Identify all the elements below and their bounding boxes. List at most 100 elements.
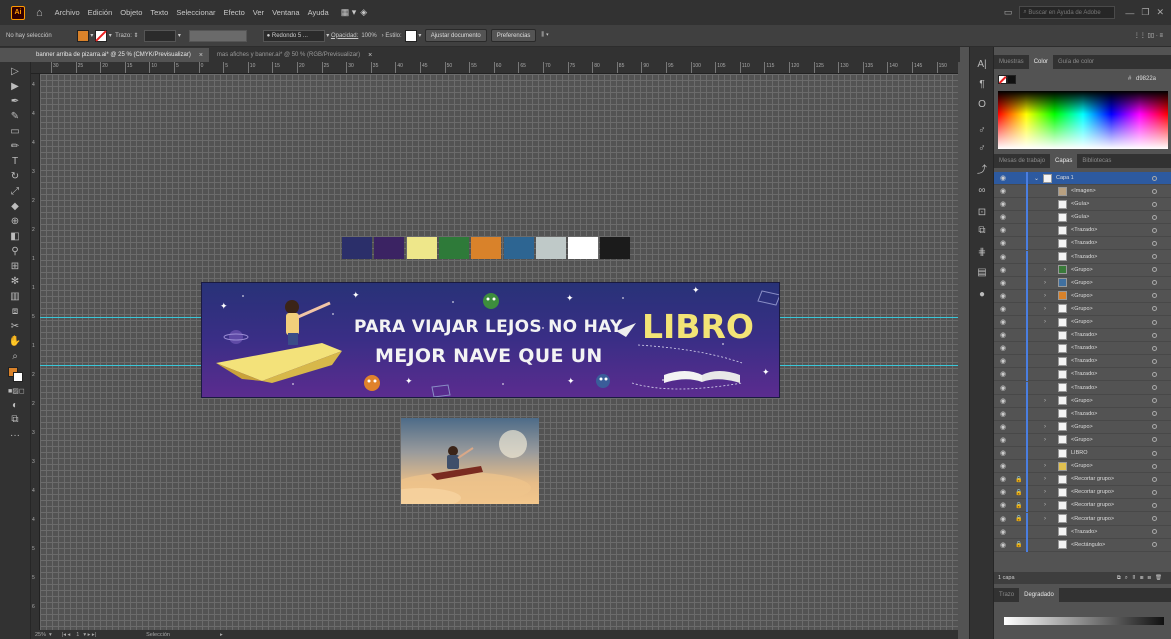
stroke-weight-input[interactable] [144,29,177,42]
type-tool-icon[interactable]: T [8,156,22,168]
selection-tool-icon[interactable]: ▷ [8,66,22,78]
paragraph-panel-icon[interactable]: ¶ [976,79,988,91]
expand-chevron-icon[interactable]: › [1044,424,1046,430]
target-circle-icon[interactable] [1152,450,1157,456]
visibility-eye-icon[interactable]: ◉ [1000,423,1006,431]
target-circle-icon[interactable] [1152,214,1157,220]
layer-row[interactable]: ◉ <Guía> [994,211,1171,225]
menu-objeto[interactable]: Objeto [120,8,142,17]
expand-chevron-icon[interactable]: › [1044,306,1046,312]
target-circle-icon[interactable] [1152,175,1157,181]
target-circle-icon[interactable] [1152,489,1157,495]
target-circle-icon[interactable] [1152,306,1157,312]
opentype-panel-icon[interactable]: O [976,99,988,111]
visibility-eye-icon[interactable]: ◉ [1000,266,1006,274]
expand-chevron-icon[interactable]: › [1044,516,1046,522]
menu-archivo[interactable]: Archivo [55,8,80,17]
artboard-number[interactable]: 1 [76,632,79,638]
layer-item-name[interactable]: <Trazado> [1071,358,1097,364]
layer-item-name[interactable]: <Grupo> [1071,319,1093,325]
asset-export-icon[interactable]: ♂ [976,125,988,137]
target-circle-icon[interactable] [1152,345,1157,351]
layer-item-name[interactable]: <Grupo> [1071,267,1093,273]
layer-row[interactable]: ◉ 🔒 › <Recortar grupo> [994,486,1171,500]
menu-ventana[interactable]: Ventana [272,8,300,17]
target-circle-icon[interactable] [1152,502,1157,508]
chevron-down-icon[interactable]: ▾ [49,632,52,638]
tab-document-2[interactable]: mas afiches y banner.ai* @ 50 % (RGB/Pre… [209,48,378,62]
target-circle-icon[interactable] [1152,463,1157,469]
rectangle-tool-icon[interactable]: ▭ [8,126,22,138]
visibility-eye-icon[interactable]: ◉ [1000,239,1006,247]
zoom-level[interactable]: 25% [35,632,46,638]
home-icon[interactable]: ⌂ [36,7,43,19]
expand-chevron-icon[interactable]: › [1044,502,1046,508]
target-circle-icon[interactable] [1152,293,1157,299]
visibility-eye-icon[interactable]: ◉ [1000,436,1006,444]
expand-chevron-icon[interactable]: › [1044,293,1046,299]
visibility-eye-icon[interactable]: ◉ [1000,410,1006,418]
banner-artwork[interactable]: ✦ ✦ ✦ ✦ ✦ ✦ ✦ PARA VIAJAR LEJOS NO HAY M… [201,282,780,398]
fill-swatch[interactable] [76,29,89,42]
palette-swatch[interactable] [406,237,437,259]
target-circle-icon[interactable] [1152,254,1157,259]
layer-row[interactable]: ◉ 🔒 › <Recortar grupo> [994,499,1171,513]
visibility-eye-icon[interactable]: ◉ [1000,384,1006,392]
hand-tool-icon[interactable]: ✋ [8,336,22,348]
layer-item-name[interactable]: <Trazado> [1071,411,1097,417]
stroke-none-swatch[interactable] [998,75,1007,84]
variable-width-profile[interactable] [188,29,247,42]
tab-guia-color[interactable]: Guía de color [1053,55,1099,69]
target-circle-icon[interactable] [1152,201,1157,207]
scale-tool-icon[interactable]: ⤢ [8,186,22,198]
palette-swatch[interactable] [342,237,372,259]
next-artboard-icon[interactable]: ▾ ▸ ▸| [83,632,96,638]
layer-item-name[interactable]: <Trazado> [1071,371,1097,377]
visibility-eye-icon[interactable]: ◉ [1000,279,1006,287]
direct-selection-tool-icon[interactable]: ▶ [8,81,22,93]
blend-tool-icon[interactable]: ⊞ [8,261,22,273]
lock-icon[interactable]: 🔒 [1015,489,1022,496]
layer-item-name[interactable]: LIBRO [1071,450,1088,456]
menu-efecto[interactable]: Efecto [224,8,245,17]
symbol-sprayer-tool-icon[interactable]: ✻ [8,276,22,288]
layer-row[interactable]: ◉ <Trazado> [994,407,1171,421]
layer-item-name[interactable]: <Recortar grupo> [1071,516,1114,522]
target-circle-icon[interactable] [1152,227,1157,233]
links-panel-icon[interactable]: ♂ [976,143,988,155]
character-panel-icon[interactable]: A| [976,59,988,71]
gradient-tool-icon[interactable]: ◧ [8,231,22,243]
expand-chevron-icon[interactable]: › [1044,476,1046,482]
layer-row[interactable]: ◉ <Trazado> [994,368,1171,382]
target-circle-icon[interactable] [1152,476,1157,482]
gradient-slider[interactable] [1004,617,1164,625]
preferences-button[interactable]: Preferencias [490,29,537,42]
chevron-right-icon[interactable]: › [377,33,386,39]
layer-item-name[interactable]: <Trazado> [1071,529,1097,535]
tab-color[interactable]: Color [1028,55,1054,69]
lock-icon[interactable]: 🔒 [1015,541,1022,548]
target-circle-icon[interactable] [1152,411,1157,417]
layer-row[interactable]: ◉ › <Grupo> [994,263,1171,277]
stroke-weight-stepper[interactable]: ⇕ [132,32,140,39]
edit-toolbar-icon[interactable]: ··· [8,430,22,442]
target-circle-icon[interactable] [1152,188,1157,194]
palette-swatch[interactable] [568,237,599,259]
pen-tool-icon[interactable]: ✒ [8,96,22,108]
visibility-eye-icon[interactable]: ◉ [1000,187,1006,195]
layers-strip-icon[interactable]: ▤ [976,267,988,279]
layer-row[interactable]: ◉ <Trazado> [994,381,1171,395]
curvature-tool-icon[interactable]: ✎ [8,111,22,123]
palette-swatch[interactable] [438,237,469,259]
expand-chevron-icon[interactable]: › [1044,319,1046,325]
menu-seleccionar[interactable]: Seleccionar [176,8,215,17]
visibility-eye-icon[interactable]: ◉ [1000,226,1006,234]
layer-name[interactable]: Capa 1 [1056,175,1074,181]
layer-item-name[interactable]: <Recortar grupo> [1071,476,1114,482]
visibility-eye-icon[interactable]: ◉ [1000,305,1006,313]
target-circle-icon[interactable] [1152,332,1157,338]
layer-item-name[interactable]: <Guía> [1071,214,1089,220]
expand-chevron-icon[interactable]: › [1044,398,1046,404]
tab-document-1[interactable]: banner arriba de pizarra.ai* @ 25 % (CMY… [0,48,209,62]
appearance-panel-icon[interactable]: ● [976,289,988,301]
